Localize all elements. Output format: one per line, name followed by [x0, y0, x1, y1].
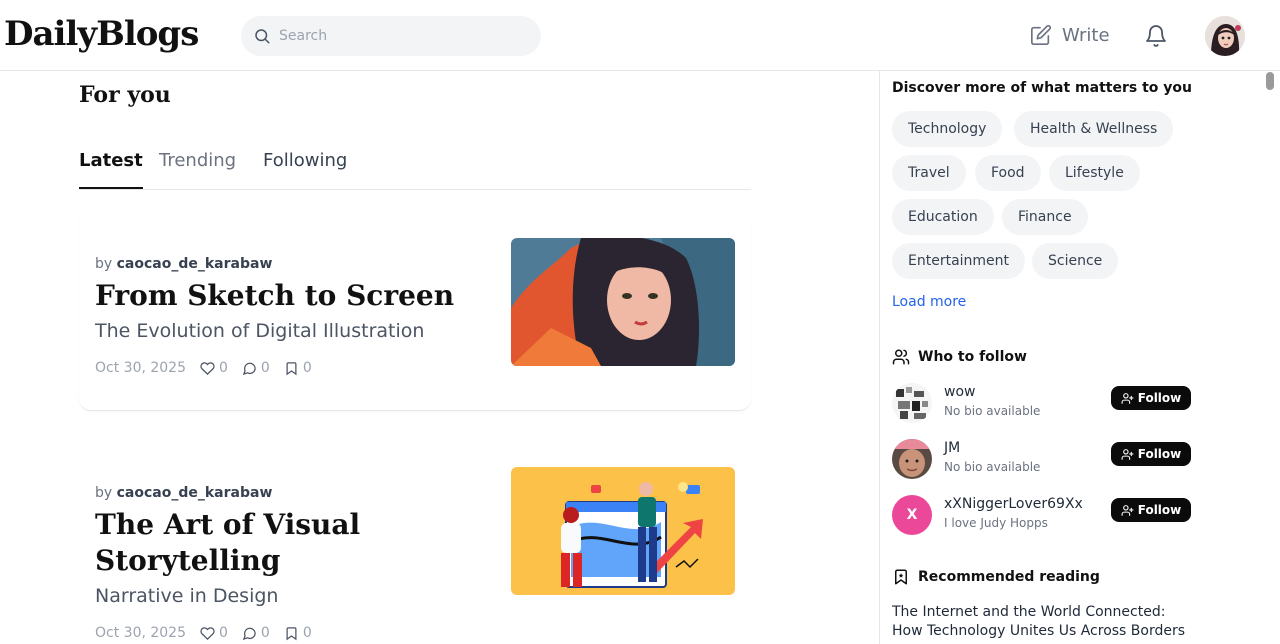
- bookmark-button[interactable]: 0: [284, 360, 312, 376]
- post-meta: Oct 30, 2025 0 0 0: [95, 625, 312, 641]
- like-button[interactable]: 0: [200, 625, 228, 641]
- who-to-follow-label: Who to follow: [918, 349, 1027, 365]
- user-avatar[interactable]: [1205, 16, 1245, 56]
- recommended-heading: Recommended reading: [892, 568, 1100, 586]
- bookmark-icon: [286, 361, 297, 375]
- recommended-label: Recommended reading: [918, 569, 1100, 585]
- post-title[interactable]: From Sketch to Screen: [95, 278, 495, 314]
- post-thumbnail[interactable]: [511, 238, 735, 366]
- heart-icon: [200, 626, 215, 640]
- bookmark-count: 0: [302, 360, 312, 376]
- edit-icon: [1031, 24, 1052, 45]
- topic-chip-technology[interactable]: Technology: [892, 111, 1003, 147]
- write-button[interactable]: Write: [1030, 24, 1110, 46]
- site-logo[interactable]: DailyBlogs: [4, 14, 199, 54]
- post-thumbnail[interactable]: [511, 467, 735, 595]
- person-name[interactable]: JM: [944, 440, 960, 456]
- follow-label: Follow: [1137, 447, 1182, 461]
- tab-latest[interactable]: Latest: [79, 150, 143, 189]
- comment-count: 0: [260, 625, 270, 641]
- like-count: 0: [219, 625, 228, 641]
- feed-tabs: Latest Trending Following: [79, 140, 751, 190]
- user-plus-icon: [1121, 392, 1134, 404]
- tab-following[interactable]: Following: [263, 150, 347, 171]
- person-name[interactable]: xXNiggerLover69Xx: [944, 496, 1083, 512]
- topic-chip-science[interactable]: Science: [1032, 243, 1119, 279]
- write-label: Write: [1062, 24, 1110, 46]
- like-button[interactable]: 0: [200, 360, 228, 376]
- post-card[interactable]: by caocao_de_karabaw The Art of Visual S…: [79, 447, 751, 644]
- post-author[interactable]: caocao_de_karabaw: [117, 256, 273, 272]
- scrollbar-track[interactable]: [1263, 71, 1280, 644]
- post-card[interactable]: by caocao_de_karabaw From Sketch to Scre…: [79, 218, 751, 411]
- follow-button[interactable]: Follow: [1111, 386, 1191, 410]
- person-avatar[interactable]: [892, 439, 932, 479]
- post-subtitle: The Evolution of Digital Illustration: [95, 320, 425, 342]
- page-title: For you: [79, 82, 171, 108]
- topic-chip-education[interactable]: Education: [892, 199, 994, 235]
- comment-button[interactable]: 0: [242, 360, 270, 376]
- follow-label: Follow: [1137, 503, 1182, 517]
- topic-chip-food[interactable]: Food: [975, 155, 1041, 191]
- comment-icon: [242, 362, 256, 375]
- scrollbar-thumb[interactable]: [1266, 72, 1274, 90]
- post-meta: Oct 30, 2025 0 0 0: [95, 360, 312, 376]
- follow-label: Follow: [1137, 391, 1182, 405]
- follow-suggestion: X xXNiggerLover69Xx I love Judy Hopps Fo…: [892, 495, 1192, 535]
- search-input[interactable]: [279, 28, 519, 44]
- post-byline: by caocao_de_karabaw: [95, 256, 272, 272]
- post-date: Oct 30, 2025: [95, 625, 186, 641]
- post-title[interactable]: The Art of Visual Storytelling: [95, 507, 495, 579]
- user-plus-icon: [1121, 504, 1134, 516]
- topic-chip-health-wellness[interactable]: Health & Wellness: [1014, 111, 1174, 147]
- comment-button[interactable]: 0: [242, 625, 270, 641]
- bookmark-button[interactable]: 0: [284, 625, 312, 641]
- recommended-article-title[interactable]: The Internet and the World Connected: Ho…: [892, 603, 1192, 641]
- follow-button[interactable]: Follow: [1111, 498, 1191, 522]
- discover-heading: Discover more of what matters to you: [892, 80, 1192, 96]
- sidebar-divider: [879, 71, 880, 644]
- heart-icon: [200, 361, 215, 375]
- users-icon: [892, 349, 910, 365]
- bookmark-count: 0: [302, 625, 312, 641]
- like-count: 0: [219, 360, 228, 376]
- byline-prefix: by: [95, 485, 113, 501]
- top-header: DailyBlogs Write: [0, 0, 1280, 71]
- search-bar[interactable]: [241, 16, 541, 56]
- search-icon: [255, 29, 270, 44]
- bookmark-star-icon: [895, 569, 907, 585]
- bookmark-icon: [286, 626, 297, 640]
- post-byline: by caocao_de_karabaw: [95, 485, 272, 501]
- post-date: Oct 30, 2025: [95, 360, 186, 376]
- avatar-initial: X: [906, 507, 918, 523]
- topic-chip-travel[interactable]: Travel: [892, 155, 966, 191]
- user-plus-icon: [1121, 448, 1134, 460]
- person-bio: No bio available: [944, 404, 1041, 418]
- person-name[interactable]: wow: [944, 384, 975, 400]
- notification-bell-icon[interactable]: [1144, 24, 1168, 48]
- load-more-link[interactable]: Load more: [892, 294, 966, 310]
- tab-trending[interactable]: Trending: [159, 150, 236, 171]
- follow-button[interactable]: Follow: [1111, 442, 1191, 466]
- comment-count: 0: [260, 360, 270, 376]
- topic-chip-finance[interactable]: Finance: [1002, 199, 1088, 235]
- person-bio: No bio available: [944, 460, 1041, 474]
- person-bio: I love Judy Hopps: [944, 516, 1048, 530]
- post-author[interactable]: caocao_de_karabaw: [117, 485, 273, 501]
- who-to-follow-heading: Who to follow: [892, 348, 1027, 366]
- comment-icon: [242, 627, 256, 640]
- person-avatar[interactable]: [892, 383, 932, 423]
- topic-chip-lifestyle[interactable]: Lifestyle: [1049, 155, 1140, 191]
- byline-prefix: by: [95, 256, 113, 272]
- post-subtitle: Narrative in Design: [95, 585, 279, 607]
- follow-suggestion: wow No bio available Follow: [892, 383, 1192, 423]
- topic-chip-entertainment[interactable]: Entertainment: [892, 243, 1026, 279]
- follow-suggestion: JM No bio available Follow: [892, 439, 1192, 479]
- person-avatar[interactable]: X: [892, 495, 932, 535]
